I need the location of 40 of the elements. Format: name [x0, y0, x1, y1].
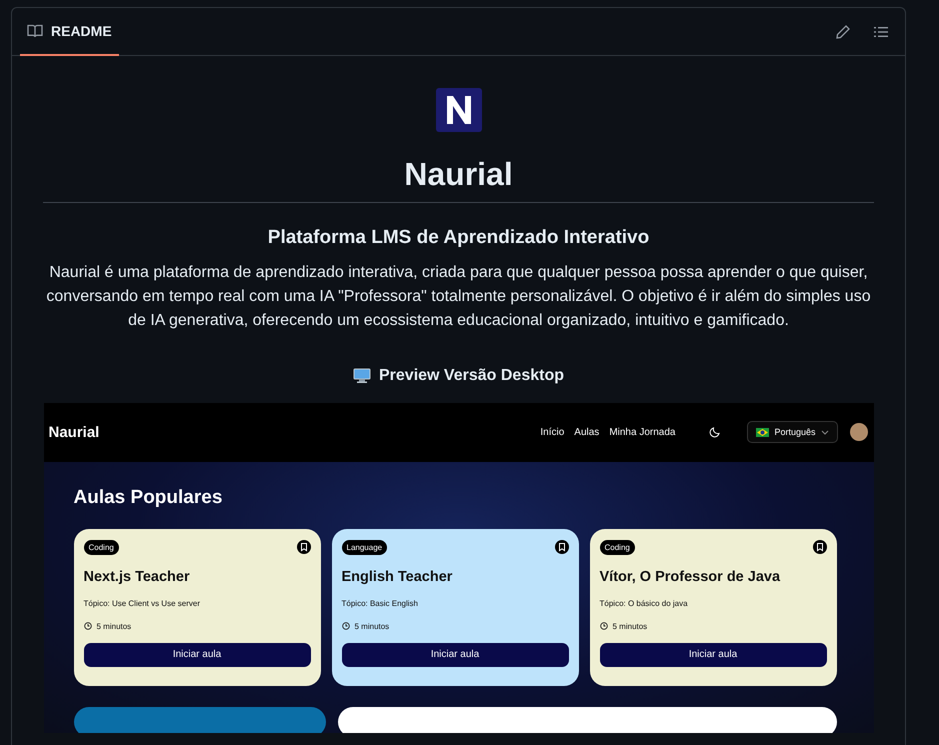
- readme-subtitle: Plataforma LMS de Aprendizado Interativo: [268, 226, 650, 249]
- lesson-duration: 5 minutos: [354, 622, 390, 631]
- readme-tab[interactable]: README: [20, 8, 119, 56]
- lesson-topic: Tópico: Basic English: [342, 598, 419, 608]
- bookmark-icon[interactable]: [812, 540, 826, 554]
- bookmark-icon[interactable]: [296, 540, 310, 554]
- chevron-down-icon: [820, 430, 828, 435]
- readme-description: Naurial é uma plataforma de aprendizado interativa, criada para que qualquer pessoa possa aprender o que quiser, conversando em tempo real com uma IA "Professora" totalmente personalizável. O objetivo é ir além do simples uso de IA generativa, oferecendo um ecossistema educacional organizado, intuitivo e gamificado.: [45, 262, 872, 331]
- lesson-title: English Teacher: [342, 568, 454, 585]
- nav-link[interactable]: Aulas: [574, 426, 600, 438]
- lesson-title: Next.js Teacher: [84, 568, 191, 585]
- category-tag: Coding: [84, 540, 119, 555]
- category-tag: Language: [342, 540, 388, 555]
- app-brand: Naurial: [48, 424, 100, 441]
- book-icon: [27, 23, 43, 39]
- lesson-topic: Tópico: O básico do java: [600, 598, 689, 608]
- start-lesson-button[interactable]: Iniciar aula: [84, 642, 310, 667]
- clock-icon: [600, 622, 608, 630]
- category-tag: Coding: [600, 540, 635, 555]
- moon-icon[interactable]: [709, 426, 722, 438]
- logo-icon: [436, 88, 482, 132]
- user-avatar[interactable]: [850, 423, 868, 442]
- lesson-duration: 5 minutos: [612, 622, 648, 631]
- bookmark-icon[interactable]: [554, 540, 568, 554]
- clock-icon: [342, 622, 350, 630]
- edit-icon[interactable]: [835, 24, 851, 40]
- section-title: Aulas Populares: [74, 486, 224, 509]
- flag-icon: [756, 428, 770, 437]
- nav-link[interactable]: Minha Jornada: [609, 426, 676, 438]
- lesson-duration: 5 minutos: [96, 622, 132, 631]
- readme-title: Naurial: [43, 154, 874, 203]
- lesson-title: Vítor, O Professor de Java: [600, 568, 782, 585]
- clock-icon: [84, 622, 92, 630]
- start-lesson-button[interactable]: Iniciar aula: [600, 642, 826, 667]
- start-lesson-button[interactable]: Iniciar aula: [342, 642, 568, 667]
- lesson-topic: Tópico: Use Client vs Use server: [84, 598, 201, 608]
- monitor-icon: [353, 368, 371, 384]
- nav-link[interactable]: Início: [540, 426, 564, 438]
- preview-heading: Preview Versão Desktop: [379, 366, 564, 385]
- language-selector[interactable]: Português: [747, 421, 838, 444]
